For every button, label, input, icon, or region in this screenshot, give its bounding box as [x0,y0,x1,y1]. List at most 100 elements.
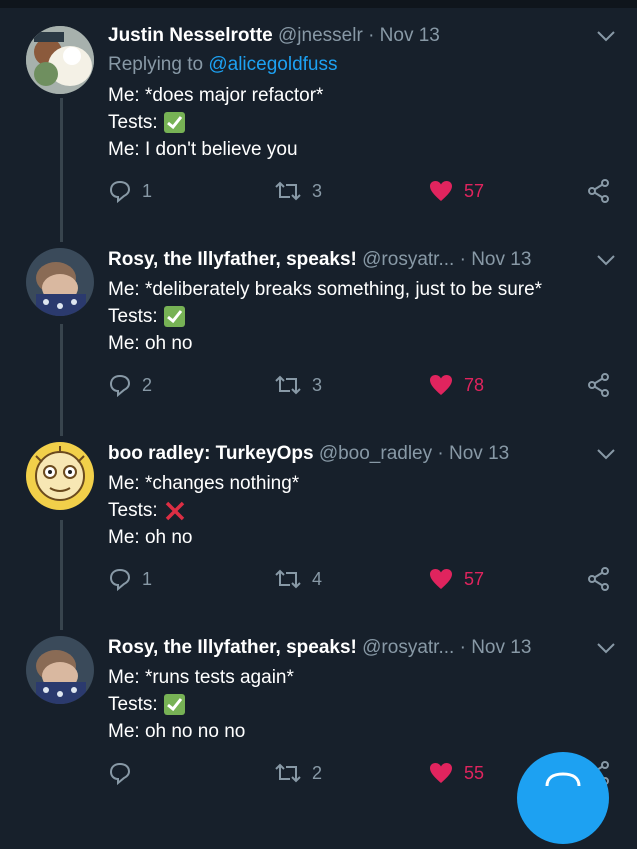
tweet-header: Rosy, the Illyfather, speaks! @rosyatr..… [108,248,617,272]
reply-button[interactable]: 1 [108,564,152,594]
tweet-date[interactable]: Nov 13 [471,637,531,658]
tweet-line: Me: I don't believe you [108,139,298,160]
heart-icon [430,569,452,589]
separator-dot: · [459,637,466,658]
like-button[interactable]: 78 [428,370,484,400]
user-handle[interactable]: @jnesselr [278,25,363,46]
reply-button[interactable]: 1 [108,176,152,206]
user-handle[interactable]: @rosyatr... [362,249,454,270]
compose-button[interactable] [517,752,609,844]
retweet-icon [275,763,301,783]
share-button[interactable] [586,176,612,206]
retweet-button[interactable]: 3 [274,370,322,400]
tweet[interactable]: Justin Nesselrotte @jnesselr · Nov 13 Re… [0,0,637,230]
compose-icon [545,772,581,787]
tweet-header: boo radley: TurkeyOps @boo_radley · Nov … [108,442,617,466]
reply-icon [109,762,131,785]
share-button[interactable] [586,564,612,594]
like-button[interactable]: 55 [428,758,484,788]
share-icon [588,373,609,397]
reply-count: 2 [142,374,153,395]
retweet-count: 2 [312,762,323,783]
like-button[interactable]: 57 [428,564,484,594]
retweet-button[interactable]: 2 [274,758,322,788]
reply-count: 1 [142,568,153,589]
tweet-actions: 1 3 57 [108,176,617,206]
tweet-line: Me: oh no [108,333,193,354]
tweet-line: Tests: [108,112,158,133]
user-handle[interactable]: @rosyatr... [362,637,454,658]
check-mark-icon [163,694,185,715]
display-name[interactable]: boo radley: TurkeyOps [108,443,314,464]
separator-dot: · [459,249,466,270]
reply-button[interactable] [108,758,142,788]
display-name[interactable]: Rosy, the Illyfather, speaks! [108,249,357,270]
tweet-line: Me: oh no no no [108,721,246,742]
retweet-count: 3 [312,180,323,201]
avatar[interactable] [26,636,94,704]
tweet-line: Me: oh no [108,527,193,548]
replying-to-label: Replying to [108,54,204,75]
tweet-date[interactable]: Nov 13 [471,249,531,270]
tweet-text: Me: *does major refactor* Tests: Me: I d… [108,82,323,163]
retweet-count: 3 [312,374,323,395]
like-count: 78 [464,374,485,395]
chevron-down-icon[interactable] [595,250,617,270]
tweet-line: Tests: [108,500,158,521]
tweet[interactable]: boo radley: TurkeyOps @boo_radley · Nov … [0,426,637,622]
tweet-line: Tests: [108,306,158,327]
tweet-text: Me: *deliberately breaks something, just… [108,276,542,357]
reply-icon [109,374,131,397]
tweet-line: Tests: [108,694,158,715]
tweet-date[interactable]: Nov 13 [449,443,509,464]
tweet[interactable]: Rosy, the Illyfather, speaks! @rosyatr..… [0,230,637,426]
display-name[interactable]: Justin Nesselrotte [108,25,273,46]
tweet-text: Me: *runs tests again* Tests: Me: oh no … [108,664,294,745]
tweet-actions: 2 3 78 [108,370,617,400]
tweet-header: Rosy, the Illyfather, speaks! @rosyatr..… [108,636,617,660]
chevron-down-icon[interactable] [595,26,617,46]
separator-dot: · [368,25,375,46]
chevron-down-icon[interactable] [595,444,617,464]
tweet-line: Me: *deliberately breaks something, just… [108,279,543,300]
heart-icon [430,375,452,395]
check-mark-icon [163,306,185,327]
tweet-text: Me: *changes nothing* Tests: Me: oh no [108,470,299,551]
tweet-actions: 1 4 57 [108,564,617,594]
retweet-icon [275,569,301,589]
reply-icon [109,568,131,591]
retweet-icon [275,375,301,395]
tweet-line: Me: *runs tests again* [108,667,294,688]
retweet-button[interactable]: 3 [274,176,322,206]
retweet-count: 4 [312,568,323,589]
heart-icon [430,763,452,783]
check-mark-icon [163,112,185,133]
reply-button[interactable]: 2 [108,370,152,400]
avatar[interactable] [26,26,94,94]
reply-icon [109,180,131,203]
like-count: 55 [464,762,485,783]
mention-link[interactable]: @alicegoldfuss [208,54,337,75]
user-handle[interactable]: @boo_radley [319,443,432,464]
share-icon [588,567,609,591]
tweet-header: Justin Nesselrotte @jnesselr · Nov 13 [108,24,617,48]
share-icon [588,179,609,203]
retweet-icon [275,181,301,201]
cross-mark-icon [164,500,186,522]
chevron-down-icon[interactable] [595,638,617,658]
like-count: 57 [464,180,485,201]
retweet-button[interactable]: 4 [274,564,322,594]
like-count: 57 [464,568,485,589]
reply-count: 1 [142,180,153,201]
avatar[interactable] [26,442,94,510]
avatar[interactable] [26,248,94,316]
separator-dot: · [437,443,444,464]
replying-to: Replying to @alicegoldfuss [108,54,337,76]
heart-icon [430,181,452,201]
tweet-date[interactable]: Nov 13 [380,25,440,46]
tweet-line: Me: *changes nothing* [108,473,300,494]
tweet-line: Me: *does major refactor* [108,85,324,106]
share-button[interactable] [586,370,612,400]
display-name[interactable]: Rosy, the Illyfather, speaks! [108,637,357,658]
like-button[interactable]: 57 [428,176,484,206]
